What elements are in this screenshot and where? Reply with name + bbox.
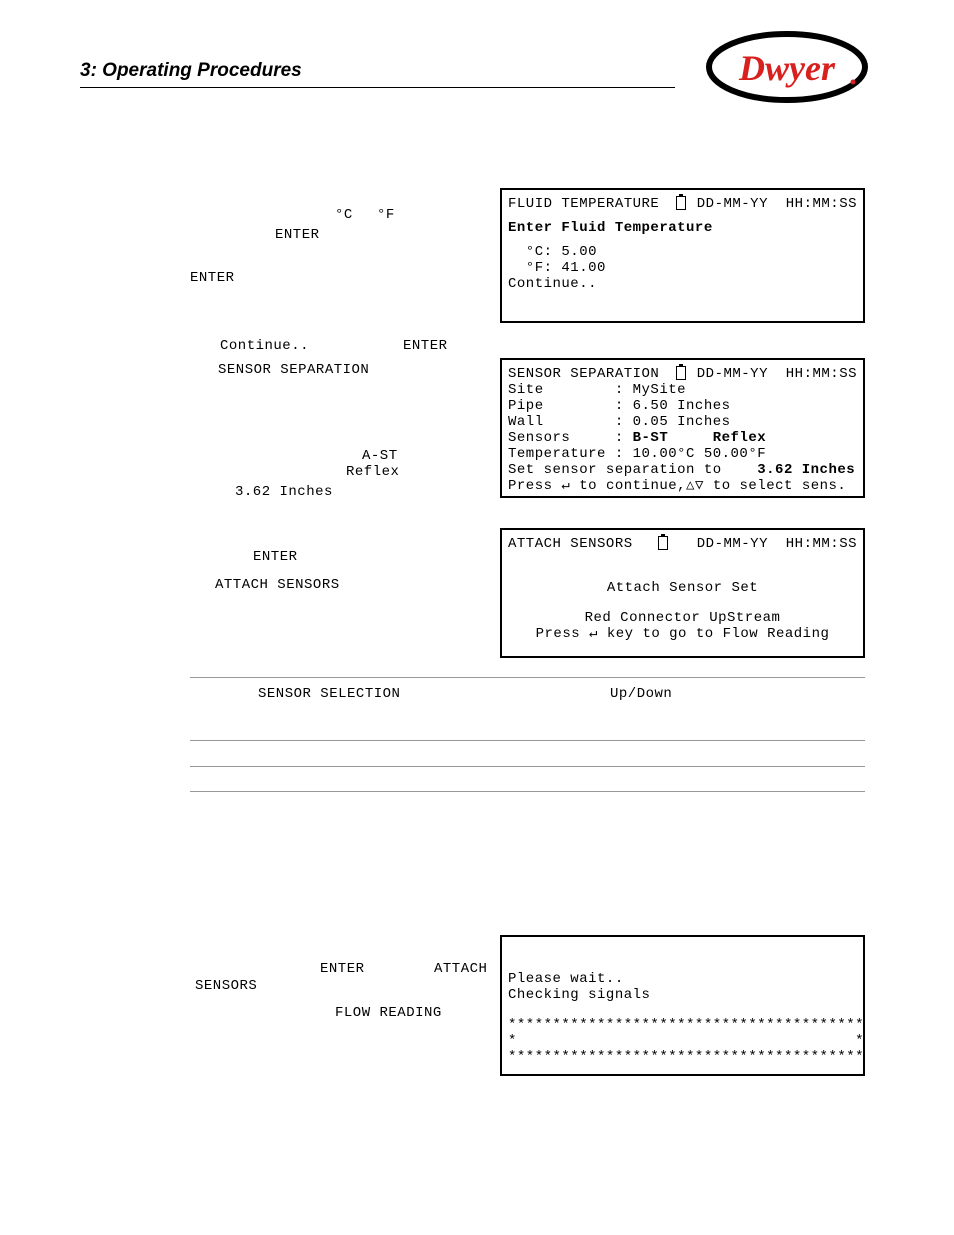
screen-line: Press ↵ to continue,△▽ to select sens.: [508, 478, 857, 494]
svg-text:Dwyer: Dwyer: [738, 48, 836, 88]
screen-line: * *: [508, 1033, 857, 1049]
screen-line: ****************************************: [508, 1049, 857, 1065]
screen-line: Please wait..: [508, 971, 857, 987]
separation-value: 3.62 Inches: [235, 484, 333, 500]
battery-icon: [676, 366, 686, 380]
screen-line: Wall : 0.05 Inches: [508, 414, 857, 430]
screen-line: Sensors : B-ST Reflex: [508, 430, 857, 446]
screen-prompt: Enter Fluid Temperature: [508, 220, 857, 236]
screen-sensor-separation: SENSOR SEPARATION DD-MM-YY HH:MM:SS Site…: [500, 358, 865, 498]
screen-line: Site : MySite: [508, 382, 857, 398]
attach-sensors-label: ATTACH SENSORS: [215, 577, 340, 593]
sensor-selection-label: SENSOR SELECTION: [258, 686, 400, 702]
screen-line: Temperature : 10.00°C 50.00°F: [508, 446, 857, 462]
battery-icon: [676, 196, 686, 210]
sensors-label: SENSORS: [195, 978, 257, 994]
temp-unit-c: °C: [335, 207, 353, 223]
divider: [190, 766, 865, 767]
flow-reading-label: FLOW READING: [335, 1005, 442, 1021]
sensor-separation-label: SENSOR SEPARATION: [218, 362, 369, 378]
screen-line: Attach Sensor Set: [508, 580, 857, 596]
header-rule: [80, 87, 675, 88]
screen-timestamp: DD-MM-YY HH:MM:SS: [697, 536, 857, 552]
divider: [190, 677, 865, 678]
sensor-mode-label: Reflex: [346, 464, 399, 480]
enter-key-label: ENTER: [403, 338, 448, 354]
brand-logo: Dwyer: [705, 30, 870, 105]
sensor-type-label: A-ST: [362, 448, 398, 464]
divider: [190, 791, 865, 792]
updown-label: Up/Down: [610, 686, 672, 702]
screen-timestamp: DD-MM-YY HH:MM:SS: [697, 196, 857, 212]
screen-line: Set sensor separation to 3.62 Inches: [508, 462, 857, 478]
screen-title: FLUID TEMPERATURE: [508, 196, 659, 212]
continue-label: Continue..: [220, 338, 309, 354]
temp-unit-f: °F: [377, 207, 395, 223]
screen-line: Press ↵ key to go to Flow Reading: [508, 626, 857, 642]
enter-key-label: ENTER: [190, 270, 235, 286]
screen-line: Pipe : 6.50 Inches: [508, 398, 857, 414]
screen-line: Red Connector UpStream: [508, 610, 857, 626]
screen-line: °F: 41.00: [508, 260, 857, 276]
screen-attach-sensors: ATTACH SENSORS DD-MM-YY HH:MM:SS Attach …: [500, 528, 865, 658]
enter-key-label: ENTER: [253, 549, 298, 565]
screen-line: Continue..: [508, 276, 857, 292]
screen-please-wait: Please wait.. Checking signals *********…: [500, 935, 865, 1076]
screen-line: °C: 5.00: [508, 244, 857, 260]
screen-fluid-temperature: FLUID TEMPERATURE DD-MM-YY HH:MM:SS Ente…: [500, 188, 865, 323]
attach-label: ATTACH: [434, 961, 487, 977]
enter-key-label: ENTER: [320, 961, 365, 977]
screen-line: Checking signals: [508, 987, 857, 1003]
enter-key-label: ENTER: [275, 227, 320, 243]
page-title: 3: Operating Procedures: [80, 60, 302, 82]
screen-title: ATTACH SENSORS: [508, 536, 633, 552]
divider: [190, 740, 865, 741]
screen-title: SENSOR SEPARATION: [508, 366, 659, 382]
screen-timestamp: DD-MM-YY HH:MM:SS: [697, 366, 857, 382]
screen-line: ****************************************: [508, 1017, 857, 1033]
battery-icon: [658, 536, 668, 550]
